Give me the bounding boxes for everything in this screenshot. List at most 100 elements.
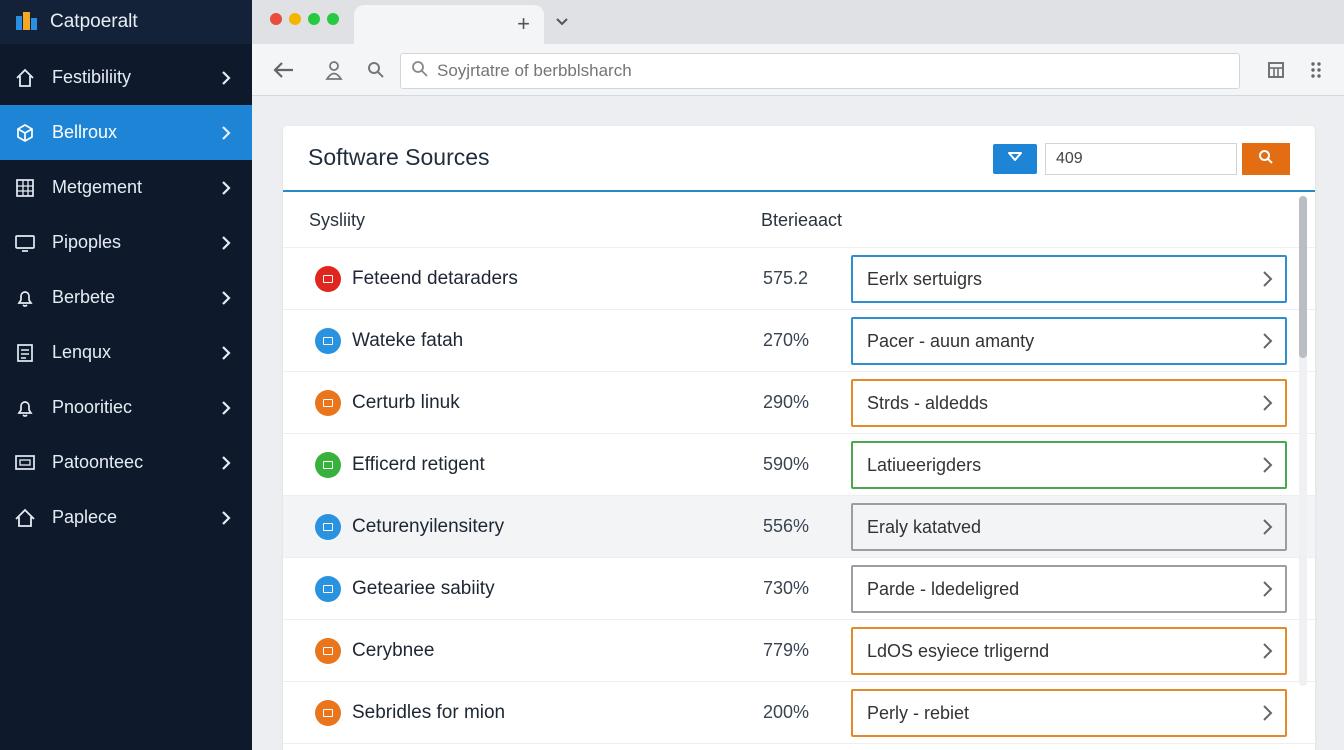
sidebar-item-label: Paplece — [52, 507, 118, 527]
status-dot-icon — [315, 328, 341, 354]
search-button[interactable] — [1242, 143, 1290, 175]
row-name: Feteend detaraders — [352, 268, 518, 289]
chevron-right-icon — [216, 290, 236, 306]
row-status-select[interactable]: Latiueerigders — [851, 441, 1287, 489]
row-status-text: LdOS esyiece trligernd — [867, 640, 1050, 661]
table-row[interactable]: Ceturenyilensitery 556% Eraly katatved — [283, 496, 1315, 558]
row-name: Wateke fatah — [352, 330, 464, 351]
row-status-select[interactable]: Eerlx sertuigrs — [851, 255, 1287, 303]
sidebar-item[interactable]: Pipoples — [0, 215, 252, 270]
app-logo-icon — [16, 12, 38, 32]
sidebar-item-label: Patoonteec — [52, 452, 144, 472]
row-status-select[interactable]: Perly - rebiet — [851, 689, 1287, 737]
package-icon — [12, 120, 38, 146]
row-status-select[interactable]: Parde - ldedeligred — [851, 565, 1287, 613]
window-control-dot[interactable] — [308, 13, 320, 25]
sidebar-item-label: Bellroux — [52, 122, 118, 142]
table-header: Sysliity Bterieaact — [283, 192, 1315, 248]
sidebar-nav: Festibiliity Bellroux Metgement Pipoples Ber… — [0, 50, 252, 545]
row-name: Sebridles for mion — [352, 702, 506, 723]
row-status-text: Latiueerigders — [867, 454, 982, 475]
chevron-right-icon — [1251, 642, 1285, 660]
address-bar[interactable] — [400, 53, 1240, 89]
row-status-text: Strds - aldedds — [867, 392, 989, 413]
sidebar-item-label: Berbete — [52, 287, 116, 307]
chevron-right-icon — [216, 510, 236, 526]
grid-icon — [12, 175, 38, 201]
sidebar-item[interactable]: Lenqux — [0, 325, 252, 380]
chevron-right-icon — [216, 180, 236, 196]
sidebar-item[interactable]: Paplece — [0, 490, 252, 545]
chevron-right-icon — [1251, 270, 1285, 288]
column-value-header: Bterieaact — [761, 210, 843, 230]
browser-tab[interactable]: + — [354, 5, 544, 44]
table-row[interactable]: Certurb linuk 290% Strds - aldedds — [283, 372, 1315, 434]
row-name: Ceturenyilensitery — [352, 516, 505, 537]
search-icon[interactable] — [364, 58, 388, 82]
status-dot-icon — [315, 576, 341, 602]
row-name: Certurb linuk — [352, 392, 460, 413]
chevron-right-icon — [216, 235, 236, 251]
row-value: 556% — [763, 516, 810, 536]
sidebar-item-label: Lenqux — [52, 342, 112, 362]
chevron-right-icon — [216, 70, 236, 86]
house-icon — [12, 505, 38, 531]
row-status-select[interactable]: Pacer - auun amanty — [851, 317, 1287, 365]
document-icon — [12, 340, 38, 366]
address-input[interactable] — [437, 61, 1239, 81]
bell-icon — [12, 285, 38, 311]
bell-icon — [12, 395, 38, 421]
brand[interactable]: Catpoeralt — [0, 0, 252, 44]
sidebar-item[interactable]: Festibiliity — [0, 50, 252, 105]
row-status-text: Eerlx sertuigrs — [867, 268, 983, 289]
sidebar-item[interactable]: Bellroux — [0, 105, 252, 160]
new-tab-button[interactable]: + — [517, 11, 530, 37]
table-row[interactable]: Cerybnee 779% LdOS esyiece trligernd — [283, 620, 1315, 682]
row-value: 590% — [763, 454, 810, 474]
browser-toolbar — [252, 44, 1344, 96]
row-value: 200% — [763, 702, 810, 722]
table-body: Feteend detaraders 575.2 Eerlx sertuigrs Wa… — [283, 248, 1315, 744]
tab-bar: + — [252, 0, 1344, 44]
sidebar-item[interactable]: Pnooritiec — [0, 380, 252, 435]
sidebar-item[interactable]: Patoonteec — [0, 435, 252, 490]
back-arrow-icon[interactable] — [272, 58, 296, 82]
number-input[interactable] — [1045, 143, 1237, 175]
row-value: 730% — [763, 578, 810, 598]
row-status-select[interactable]: Strds - aldedds — [851, 379, 1287, 427]
table-row[interactable]: Sebridles for mion 200% Perly - rebiet — [283, 682, 1315, 744]
status-dot-icon — [315, 390, 341, 416]
chevron-right-icon — [216, 345, 236, 361]
chevron-right-icon — [1251, 580, 1285, 598]
chevron-right-icon — [1251, 518, 1285, 536]
screen-icon — [12, 450, 38, 476]
row-status-text: Eraly katatved — [867, 516, 982, 537]
status-dot-icon — [315, 638, 341, 664]
chevron-right-icon — [1251, 332, 1285, 350]
extension-icon[interactable] — [1264, 58, 1288, 82]
home-icon — [12, 65, 38, 91]
sidebar-item[interactable]: Metgement — [0, 160, 252, 215]
row-status-select[interactable]: LdOS esyiece trligernd — [851, 627, 1287, 675]
row-status-select[interactable]: Eraly katatved — [851, 503, 1287, 551]
table-row[interactable]: Geteariee sabiity 730% Parde - ldedeligred — [283, 558, 1315, 620]
table-row[interactable]: Wateke fatah 270% Pacer - auun amanty — [283, 310, 1315, 372]
scrollbar[interactable] — [1299, 196, 1307, 686]
search-icon — [1258, 149, 1274, 170]
tab-list-dropdown-icon[interactable] — [552, 12, 572, 32]
row-value: 575.2 — [763, 268, 809, 288]
chevron-right-icon — [216, 125, 236, 141]
table-row[interactable]: Feteend detaraders 575.2 Eerlx sertuigrs — [283, 248, 1315, 310]
window-control-dot[interactable] — [270, 13, 282, 25]
table-row[interactable]: Efficerd retigent 590% Latiueerigders — [283, 434, 1315, 496]
chevron-right-icon — [1251, 456, 1285, 474]
menu-dots-icon[interactable] — [1304, 58, 1328, 82]
window-control-dot[interactable] — [289, 13, 301, 25]
filter-button[interactable] — [993, 144, 1037, 174]
window-control-dot[interactable] — [327, 13, 339, 25]
sidebar-item[interactable]: Berbete — [0, 270, 252, 325]
scrollbar-thumb[interactable] — [1299, 196, 1307, 358]
sidebar-item-label: Festibiliity — [52, 67, 132, 87]
sources-card: Software Sources Sysliity Bterieaact Fet… — [283, 126, 1315, 750]
user-icon[interactable] — [322, 58, 346, 82]
